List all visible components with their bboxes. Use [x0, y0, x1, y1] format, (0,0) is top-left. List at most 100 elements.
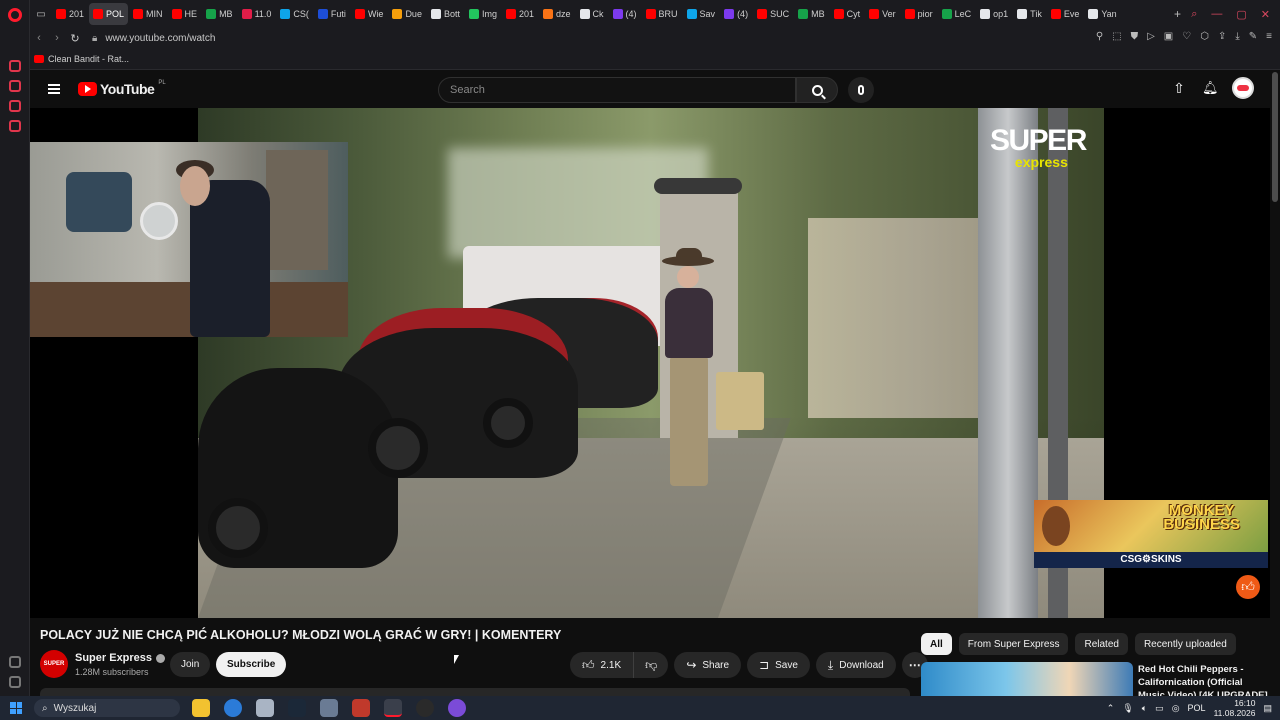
browser-tab[interactable]: 11.0 [238, 3, 276, 25]
opera-logo-icon[interactable] [8, 8, 22, 22]
heart-icon[interactable]: ♡ [1182, 31, 1191, 42]
browser-tab[interactable]: Ck [576, 3, 608, 25]
epic-games-icon[interactable] [256, 699, 274, 717]
display-icon[interactable]: ▭ [1155, 703, 1164, 714]
search-button[interactable] [796, 77, 838, 103]
browser-tab[interactable]: Ver [865, 3, 900, 25]
download-icon[interactable]: ⤓ [1235, 31, 1239, 42]
tab-overview-icon[interactable]: ▭ [30, 9, 52, 20]
browser-tab[interactable]: Eve [1047, 3, 1084, 25]
guide-menu-icon[interactable] [48, 84, 60, 94]
youtube-logo[interactable]: YouTube PL [78, 80, 166, 97]
obs-studio-icon[interactable] [416, 699, 434, 717]
file-explorer-icon[interactable] [192, 699, 210, 717]
launcher-app-icon[interactable] [448, 699, 466, 717]
voice-search-button[interactable] [848, 77, 874, 103]
filter-chip[interactable]: Related [1075, 633, 1128, 655]
browser-tab[interactable]: Sav [683, 3, 720, 25]
back-button[interactable]: ‹ [30, 32, 48, 44]
dislike-button[interactable]: 👎︎ [634, 652, 669, 678]
twitch-icon[interactable] [9, 120, 21, 132]
notifications-bell-icon[interactable]: 🔔︎ [1202, 80, 1219, 96]
browser-tab[interactable]: LeC [938, 3, 976, 25]
save-button[interactable]: ⊐ Save [747, 652, 810, 678]
browser-tab[interactable]: Img [465, 3, 501, 25]
language-indicator[interactable]: POL [1188, 703, 1206, 713]
notifications-icon[interactable]: ▤ [1263, 703, 1272, 714]
pin-icon[interactable]: ⚲ [1096, 31, 1103, 42]
browser-tab[interactable]: op1 [976, 3, 1012, 25]
browser-tab[interactable]: Due [388, 3, 426, 25]
microphone-tray-icon[interactable]: 🎙︎ [1122, 703, 1133, 714]
browser-tab[interactable]: MIN [129, 3, 167, 25]
history-icon[interactable] [9, 60, 21, 72]
filter-chip[interactable]: Recently uploaded [1134, 633, 1236, 655]
wallet-icon[interactable]: ▣ [1164, 31, 1173, 42]
shield-icon[interactable]: ⛊ [1131, 31, 1139, 42]
video-player[interactable]: SUPER express MONKEY BUSINESS CSG⚙SKINS … [30, 108, 1270, 618]
wallet-icon[interactable] [9, 80, 21, 92]
network-icon[interactable]: ◎ [1172, 703, 1180, 714]
volume-icon[interactable]: 🔈︎ [1142, 703, 1147, 714]
riot-vanguard-icon[interactable] [352, 699, 370, 717]
share-icon[interactable]: ⇪ [1218, 31, 1226, 42]
browser-tab[interactable]: pior [901, 3, 937, 25]
snapshot-icon[interactable]: ⬚ [1112, 31, 1121, 42]
channel-avatar[interactable]: SUPER [40, 650, 68, 678]
search-input[interactable]: Search [438, 77, 796, 103]
join-button[interactable]: Join [170, 652, 211, 677]
windows-start-icon[interactable] [10, 702, 22, 714]
browser-tab[interactable]: HE [168, 3, 202, 25]
opera-gx-taskbar-icon[interactable] [384, 699, 402, 717]
browser-tab[interactable]: Yan [1084, 3, 1120, 25]
search-tabs-icon[interactable]: ⌕ [1191, 8, 1197, 21]
browser-tab[interactable]: POL [89, 3, 129, 25]
like-button[interactable]: 👍︎ 2.1K [570, 652, 635, 678]
account-avatar[interactable] [1232, 77, 1254, 99]
maximize-button[interactable]: ▢ [1236, 8, 1246, 21]
share-button[interactable]: ↪ Share [674, 652, 742, 678]
messenger-icon[interactable] [9, 100, 21, 112]
browser-tab[interactable]: BRU [642, 3, 682, 25]
bookmark-item[interactable]: Clean Bandit - Rat... [48, 54, 129, 64]
extensions-icon[interactable]: ⬡ [1200, 31, 1209, 42]
browser-tab[interactable]: Tik [1013, 3, 1046, 25]
settings-gear-icon[interactable] [320, 699, 338, 717]
tray-overflow-icon[interactable]: ⌃ [1107, 703, 1115, 714]
filter-chip[interactable]: All [921, 633, 952, 655]
channel-name[interactable]: Super Express [75, 652, 166, 664]
sidebar-more-icon[interactable] [9, 676, 21, 688]
description-box[interactable] [40, 688, 910, 696]
browser-tab[interactable]: Cyt [830, 3, 865, 25]
browser-tab[interactable]: Futi [314, 3, 350, 25]
steam-icon[interactable] [288, 699, 306, 717]
browser-tab[interactable]: SUC [753, 3, 793, 25]
browser-tab[interactable]: 201 [502, 3, 538, 25]
taskbar-search[interactable]: ⌕ Wyszukaj [34, 699, 180, 717]
aria-ai-icon[interactable]: ✎ [1249, 31, 1257, 42]
new-tab-button[interactable]: + [1174, 7, 1181, 21]
filter-chip[interactable]: From Super Express [958, 633, 1069, 655]
reload-button[interactable]: ↻ [66, 32, 84, 45]
sponsor-ad-banner[interactable]: MONKEY BUSINESS CSG⚙SKINS [1034, 500, 1268, 568]
gx-icon[interactable] [9, 656, 21, 668]
browser-tab[interactable]: MB [202, 3, 237, 25]
browser-tab[interactable]: (4) [720, 3, 752, 25]
browser-tab[interactable]: MB [794, 3, 829, 25]
edge-browser-icon[interactable] [224, 699, 242, 717]
browser-tab[interactable]: (4) [609, 3, 641, 25]
clock[interactable]: 16:10 11.08.2026 [1214, 698, 1256, 718]
browser-tab[interactable]: dze [539, 3, 575, 25]
browser-tab[interactable]: Wie [351, 3, 388, 25]
forward-button[interactable]: › [48, 32, 66, 44]
browser-tab[interactable]: 201 [52, 3, 88, 25]
browser-tab[interactable]: Bott [427, 3, 464, 25]
close-window-button[interactable]: ✕ [1261, 8, 1270, 21]
recommended-video-thumbnail[interactable] [921, 662, 1133, 696]
player-icon[interactable]: ▷ [1147, 31, 1155, 42]
menu-icon[interactable]: ≡ [1266, 31, 1272, 42]
url-field[interactable]: www.youtube.com/watch [105, 33, 215, 44]
lock-icon[interactable]: 🔒︎ [92, 33, 97, 44]
download-button[interactable]: ⤓ Download [815, 652, 896, 678]
recommended-video-title[interactable]: Red Hot Chili Peppers - Californication … [1138, 663, 1272, 696]
